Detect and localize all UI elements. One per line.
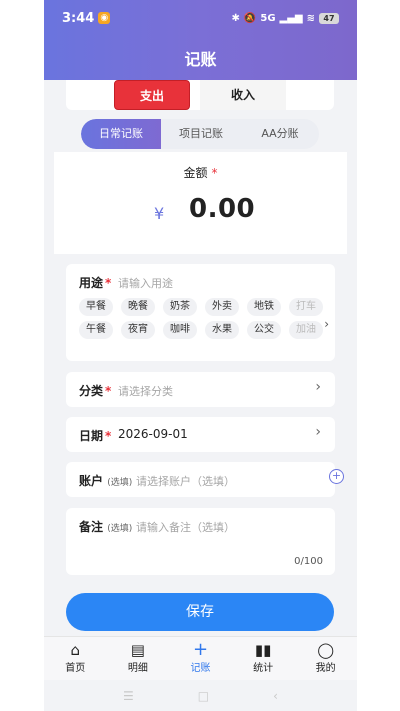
date-value: 2026-09-01 [118,427,188,441]
page-title: 记账 [184,50,217,69]
signal-icon: ▂▄▆ [279,12,303,24]
note-label: 备注 (选填) [79,518,132,535]
category-placeholder: 请选择分类 [118,385,173,398]
status-right: ✱ 🔕 5G ▂▄▆ ≋ 47 [231,12,339,24]
plus-icon: + [192,639,209,660]
nav-label: 记账 [190,663,211,674]
add-account-icon[interactable]: + [329,469,344,484]
amount-value[interactable]: 0.00 [189,194,255,224]
home-square-icon[interactable]: □ [198,689,209,703]
status-bar: 3:44 ◉ ✱ 🔕 5G ▂▄▆ ≋ 47 [44,0,357,36]
tab-project[interactable]: 项目记账 [161,119,241,149]
status-time: 3:44 [62,10,95,26]
chip[interactable]: 打车 [289,298,323,316]
optional-mark: (选填) [107,478,133,488]
optional-mark: (选填) [107,524,133,534]
category-label-text: 分类 [79,384,104,398]
purpose-label-text: 用途 [79,276,104,290]
chip[interactable]: 加油 [289,321,323,339]
menu-icon[interactable]: ☰ [123,689,134,703]
chip[interactable]: 早餐 [79,298,113,316]
chip[interactable]: 咖啡 [163,321,197,339]
chip[interactable]: 夜宵 [121,321,155,339]
chip[interactable]: 水果 [205,321,239,339]
note-counter: 0/100 [294,556,323,567]
currency-symbol: ¥ [154,204,165,223]
chevron-right-icon[interactable]: › [324,317,329,331]
income-toggle[interactable]: 收入 [200,80,286,110]
bluetooth-icon: ✱ [231,12,240,24]
amount-card[interactable]: 金额 * ¥ 0.00 [54,152,347,254]
chevron-right-icon: › [315,379,321,395]
nav-label: 统计 [253,663,274,674]
required-mark: * [105,384,112,398]
phone-screen: 3:44 ◉ ✱ 🔕 5G ▂▄▆ ≋ 47 记账 支出 收入 日常记账 项目记… [44,0,357,711]
purpose-input[interactable]: 请输入用途 [118,275,173,291]
date-label-text: 日期 [79,429,104,443]
account-row[interactable]: 账户 (选填) 请选择账户（选填） › + [66,462,344,497]
chevron-right-icon: › [315,424,321,440]
nav-label: 首页 [65,663,86,674]
app-header: 3:44 ◉ ✱ 🔕 5G ▂▄▆ ≋ 47 记账 [44,0,357,80]
nav-stats[interactable]: ▮▮ 统计 [232,637,295,680]
user-icon: ◯ [317,641,335,659]
purpose-label: 用途 * [79,274,111,291]
home-icon: ⌂ [70,641,81,659]
required-mark: * [105,276,112,290]
mute-icon: 🔕 [243,12,257,24]
tab-aa-split[interactable]: AA分账 [241,119,319,149]
amount-label-text: 金额 [183,166,208,180]
back-icon[interactable]: ‹ [273,689,278,703]
status-left: 3:44 ◉ [62,10,111,26]
chip[interactable]: 午餐 [79,321,113,339]
required-mark: * [211,166,218,180]
type-toggle: 支出 收入 [66,80,334,110]
save-button[interactable]: 保存 [66,593,334,631]
date-row[interactable]: 日期 * 2026-09-01 › [66,417,335,452]
chip[interactable]: 外卖 [205,298,239,316]
note-input[interactable]: 请输入备注（选填） [136,519,235,535]
date-label: 日期 * [79,427,111,444]
account-label-text: 账户 [79,474,104,488]
list-icon: ▤ [130,641,145,659]
nav-home[interactable]: ⌂ 首页 [44,637,107,680]
tab-daily[interactable]: 日常记账 [81,119,161,149]
nav-me[interactable]: ◯ 我的 [294,637,357,680]
required-mark: * [105,429,112,443]
amount-label: 金额 * [54,164,347,181]
chip[interactable]: 地铁 [247,298,281,316]
nav-label: 明细 [127,663,148,674]
chip[interactable]: 奶茶 [163,298,197,316]
nav-details[interactable]: ▤ 明细 [107,637,170,680]
notification-icon: ◉ [98,12,111,24]
system-nav-bar: ☰ □ ‹ [44,680,357,711]
chart-icon: ▮▮ [254,641,272,659]
note-card[interactable]: 备注 (选填) 请输入备注（选填） 0/100 [66,508,335,575]
chip-row-2: 午餐 夜宵 咖啡 水果 公交 加油 [79,321,323,339]
account-placeholder: 请选择账户（选填） [136,475,235,488]
category-row[interactable]: 分类 * 请选择分类 › [66,372,335,407]
network-label: 5G [260,12,276,24]
expense-toggle[interactable]: 支出 [114,80,190,110]
chip-row-1: 早餐 晚餐 奶茶 外卖 地铁 打车 [79,298,323,316]
nav-label: 我的 [315,663,336,674]
chip[interactable]: 晚餐 [121,298,155,316]
account-label: 账户 (选填) [79,472,132,489]
category-label: 分类 * [79,382,111,399]
wifi-icon: ≋ [306,12,315,24]
nav-record[interactable]: + 记账 [169,637,232,680]
mode-tabs: 日常记账 项目记账 AA分账 [81,119,319,149]
note-label-text: 备注 [79,520,104,534]
battery-icon: 47 [319,12,339,24]
bottom-nav: ⌂ 首页 ▤ 明细 + 记账 ▮▮ 统计 ◯ 我的 [44,636,357,680]
chip[interactable]: 公交 [247,321,281,339]
purpose-card: 用途 * 请输入用途 早餐 晚餐 奶茶 外卖 地铁 打车 午餐 夜宵 咖啡 水果 … [66,264,335,361]
